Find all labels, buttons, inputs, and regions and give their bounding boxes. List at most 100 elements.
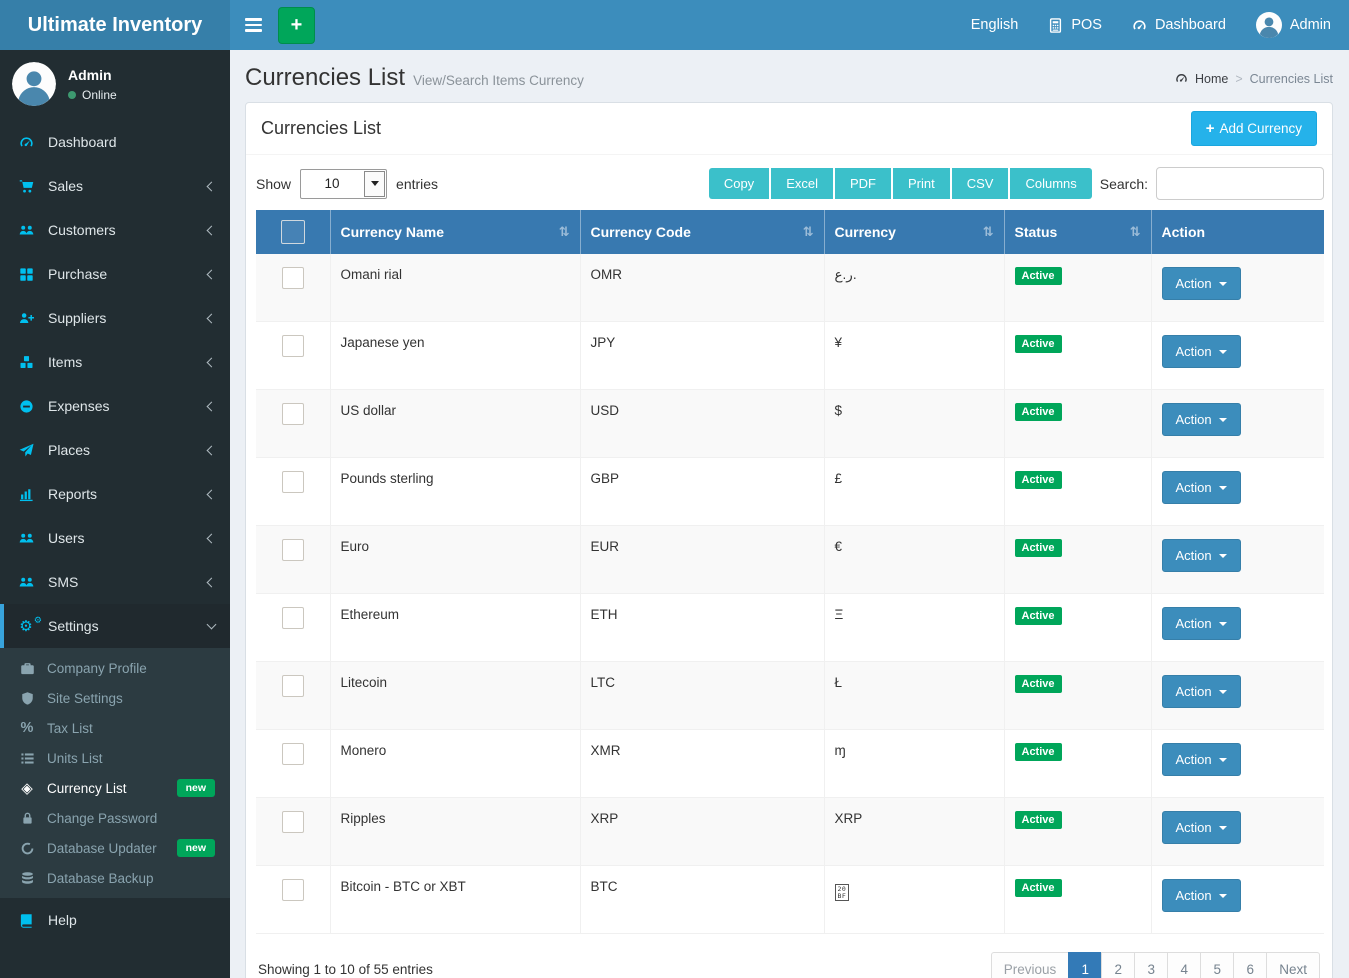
paper-plane-icon — [15, 443, 37, 458]
sidebar-subitem-label: Units List — [47, 751, 103, 766]
column-header-currency[interactable]: Currency⇅ — [824, 210, 1004, 254]
navbar-item-dashboard[interactable]: Dashboard — [1132, 17, 1226, 33]
sidebar-item-users[interactable]: Users — [0, 516, 230, 560]
action-button[interactable]: Action — [1162, 743, 1241, 776]
sidebar-item-places[interactable]: Places — [0, 428, 230, 472]
select-all-checkbox[interactable] — [281, 220, 305, 244]
action-button[interactable]: Action — [1162, 267, 1241, 300]
sidebar-item-items[interactable]: Items — [0, 340, 230, 384]
action-cell: Action — [1151, 798, 1324, 866]
table-toolbar: Show 10 entries CopyExcelPDFPrintCSVColu… — [256, 167, 1324, 200]
export-print-button[interactable]: Print — [893, 168, 950, 199]
pagination-page-4[interactable]: 4 — [1167, 952, 1201, 978]
export-buttons: CopyExcelPDFPrintCSVColumns — [709, 168, 1092, 199]
pagination-page-5[interactable]: 5 — [1200, 952, 1234, 978]
sidebar-item-suppliers[interactable]: Suppliers — [0, 296, 230, 340]
row-checkbox[interactable] — [282, 539, 304, 561]
export-copy-button[interactable]: Copy — [709, 168, 769, 199]
action-button[interactable]: Action — [1162, 607, 1241, 640]
row-checkbox[interactable] — [282, 403, 304, 425]
sidebar-subitem-tax-list[interactable]: %Tax List — [0, 713, 230, 743]
sidebar-subitem-label: Currency List — [47, 781, 127, 796]
sort-icon: ⇅ — [559, 225, 570, 240]
checkbox-cell — [256, 594, 330, 662]
navbar-item-english[interactable]: English — [971, 17, 1019, 33]
table-row: Bitcoin - BTC or XBT BTC 20BF Active Act… — [256, 866, 1324, 934]
navbar-item-label: POS — [1071, 17, 1102, 33]
sidebar-item-customers[interactable]: Customers — [0, 208, 230, 252]
currency-code-cell: LTC — [580, 662, 824, 730]
action-button[interactable]: Action — [1162, 675, 1241, 708]
sidebar-item-sales[interactable]: Sales — [0, 164, 230, 208]
sidebar-subitem-change-password[interactable]: Change Password — [0, 803, 230, 833]
column-header-action[interactable]: Action — [1151, 210, 1324, 254]
app-brand[interactable]: Ultimate Inventory — [0, 0, 230, 50]
row-checkbox[interactable] — [282, 335, 304, 357]
status-cell: Active — [1004, 866, 1151, 934]
sidebar-item-sms[interactable]: SMS — [0, 560, 230, 604]
pagination-page-1[interactable]: 1 — [1068, 952, 1102, 978]
row-checkbox[interactable] — [282, 267, 304, 289]
minus-circle-icon — [15, 399, 37, 414]
pagination-page-2[interactable]: 2 — [1101, 952, 1135, 978]
sidebar-item-purchase[interactable]: Purchase — [0, 252, 230, 296]
navbar-item-label: Admin — [1290, 17, 1331, 33]
row-checkbox[interactable] — [282, 675, 304, 697]
table-row: US dollar USD $ Active Action — [256, 390, 1324, 458]
action-button[interactable]: Action — [1162, 471, 1241, 504]
page-title: Currencies List — [245, 64, 405, 91]
search-input[interactable] — [1156, 167, 1324, 200]
export-columns-button[interactable]: Columns — [1010, 168, 1091, 199]
column-header-currency-name[interactable]: Currency Name⇅ — [330, 210, 580, 254]
user-avatar — [12, 62, 56, 106]
sidebar-subitem-company-profile[interactable]: Company Profile — [0, 653, 230, 683]
sidebar-subitem-database-updater[interactable]: Database Updaternew — [0, 833, 230, 863]
sidebar-item-settings[interactable]: ⚙⚙Settings — [0, 604, 230, 648]
sidebar-subitem-label: Company Profile — [47, 661, 147, 676]
sidebar-item-reports[interactable]: Reports — [0, 472, 230, 516]
sidebar-subitem-site-settings[interactable]: Site Settings — [0, 683, 230, 713]
breadcrumb-home-link[interactable]: Home — [1195, 72, 1228, 86]
row-checkbox[interactable] — [282, 811, 304, 833]
sidebar-item-dashboard[interactable]: Dashboard — [0, 120, 230, 164]
navbar-item-pos[interactable]: POS — [1048, 17, 1102, 33]
action-button[interactable]: Action — [1162, 335, 1241, 368]
export-excel-button[interactable]: Excel — [771, 168, 833, 199]
export-csv-button[interactable]: CSV — [952, 168, 1009, 199]
currency-name-cell: US dollar — [330, 390, 580, 458]
sidebar-item-label: Sales — [48, 178, 83, 194]
row-checkbox[interactable] — [282, 879, 304, 901]
page-subtitle: View/Search Items Currency — [413, 73, 584, 88]
currency-code-cell: BTC — [580, 866, 824, 934]
sidebar-subitem-units-list[interactable]: Units List — [0, 743, 230, 773]
caret-down-icon — [1219, 350, 1227, 354]
navbar-item-admin[interactable]: Admin — [1256, 12, 1331, 38]
pagination-previous[interactable]: Previous — [991, 952, 1070, 978]
pagination-next[interactable]: Next — [1266, 952, 1320, 978]
checkbox-cell — [256, 730, 330, 798]
column-header-currency-code[interactable]: Currency Code⇅ — [580, 210, 824, 254]
export-pdf-button[interactable]: PDF — [835, 168, 891, 199]
sidebar-subitem-label: Database Backup — [47, 871, 154, 886]
sidebar-item-help[interactable]: Help — [0, 898, 230, 942]
sidebar-item-expenses[interactable]: Expenses — [0, 384, 230, 428]
action-button[interactable]: Action — [1162, 403, 1241, 436]
action-button[interactable]: Action — [1162, 539, 1241, 572]
pagination-page-6[interactable]: 6 — [1233, 952, 1267, 978]
row-checkbox[interactable] — [282, 607, 304, 629]
chevron-left-icon — [207, 225, 217, 235]
column-header-status[interactable]: Status⇅ — [1004, 210, 1151, 254]
page-length-select[interactable]: 10 — [300, 169, 387, 199]
row-checkbox[interactable] — [282, 743, 304, 765]
quick-add-button[interactable]: + — [278, 7, 315, 44]
row-checkbox[interactable] — [282, 471, 304, 493]
sidebar-subitem-database-backup[interactable]: Database Backup — [0, 863, 230, 893]
sidebar-toggle-button[interactable] — [230, 0, 276, 50]
pagination-page-3[interactable]: 3 — [1134, 952, 1168, 978]
action-button[interactable]: Action — [1162, 879, 1241, 912]
add-currency-button[interactable]: +Add Currency — [1191, 111, 1317, 146]
sidebar-subitem-currency-list[interactable]: ◈Currency Listnew — [0, 773, 230, 803]
breadcrumb: Home > Currencies List — [1175, 72, 1333, 86]
currency-symbol-cell: Ξ — [824, 594, 1004, 662]
action-button[interactable]: Action — [1162, 811, 1241, 844]
